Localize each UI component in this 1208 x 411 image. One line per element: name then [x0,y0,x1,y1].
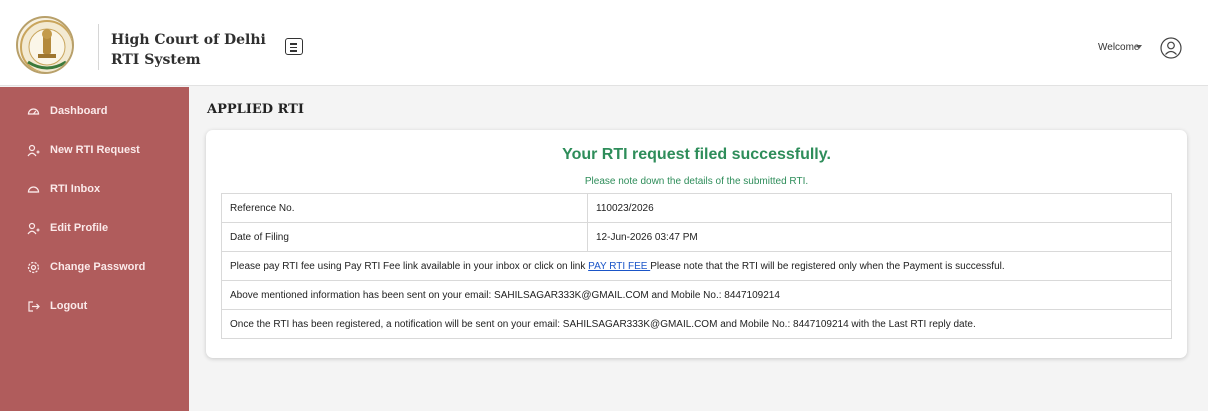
page-title: APPLIED RTI [207,102,304,117]
sidebar-item-label: Logout [50,300,88,312]
success-subtitle: Please note down the details of the subm… [584,176,809,187]
rti-success-card: Your RTI request filed successfully. Ple… [206,130,1187,358]
payment-text-after: Please note that the RTI will be registe… [650,260,1005,272]
notification-text: Once the RTI has been registered, a noti… [221,309,1172,339]
dashboard-icon [27,108,40,115]
sidebar: Dashboard New RTI Request RTI Inbox Edit… [0,87,189,411]
welcome-dropdown[interactable]: Welcome [1098,42,1140,53]
sidebar-item-label: Dashboard [50,105,108,117]
app-title: High Court of Delhi RTI System [111,30,266,70]
rti-details-table: Reference No. 110023/2026 Date of Filing… [221,193,1172,339]
sidebar-item-label: Edit Profile [50,222,109,234]
table-row: Above mentioned information has been sen… [221,280,1172,310]
sidebar-item-rti-inbox[interactable]: RTI Inbox [0,172,189,206]
payment-text-before: Please pay RTI fee using Pay RTI Fee lin… [230,260,589,272]
hamburger-bar [290,46,297,48]
app-title-line1: High Court of Delhi [111,32,266,48]
payment-instruction: Please pay RTI fee using Pay RTI Fee lin… [221,251,1172,281]
inbox-icon [27,186,40,193]
court-emblem-logo [16,16,74,74]
sidebar-item-logout[interactable]: Logout [0,289,189,323]
gear-icon [27,261,40,274]
reference-value: 110023/2026 [587,193,1172,223]
date-label: Date of Filing [221,222,588,252]
sidebar-item-label: RTI Inbox [50,183,101,195]
date-value: 12-Jun-2026 03:47 PM [587,222,1172,252]
table-row: Please pay RTI fee using Pay RTI Fee lin… [221,251,1172,281]
app-title-line2: RTI System [111,52,201,68]
sidebar-item-label: New RTI Request [50,144,140,156]
pay-rti-fee-link[interactable]: PAY RTI FEE [588,261,650,272]
top-header: High Court of Delhi RTI System Welcome [0,0,1208,86]
chevron-down-icon[interactable] [1136,45,1142,49]
hamburger-menu-button[interactable] [285,38,303,55]
table-row: Reference No. 110023/2026 [221,193,1172,223]
table-row: Date of Filing 12-Jun-2026 03:47 PM [221,222,1172,252]
table-row: Once the RTI has been registered, a noti… [221,309,1172,339]
user-avatar-icon[interactable] [1160,37,1182,59]
header-divider [98,24,99,70]
info-sent-text: Above mentioned information has been sen… [221,280,1172,310]
sidebar-item-label: Change Password [50,261,146,273]
logout-icon [28,301,40,312]
sidebar-item-dashboard[interactable]: Dashboard [0,94,189,128]
sidebar-item-change-password[interactable]: Change Password [0,250,189,284]
sidebar-item-new-rti-request[interactable]: New RTI Request [0,133,189,167]
sidebar-item-edit-profile[interactable]: Edit Profile [0,211,189,245]
hamburger-bar [290,50,297,52]
edit-profile-icon [27,222,40,235]
add-user-icon [27,144,40,157]
reference-label: Reference No. [221,193,588,223]
success-title: Your RTI request filed successfully. [562,146,831,163]
hamburger-bar [290,43,297,45]
